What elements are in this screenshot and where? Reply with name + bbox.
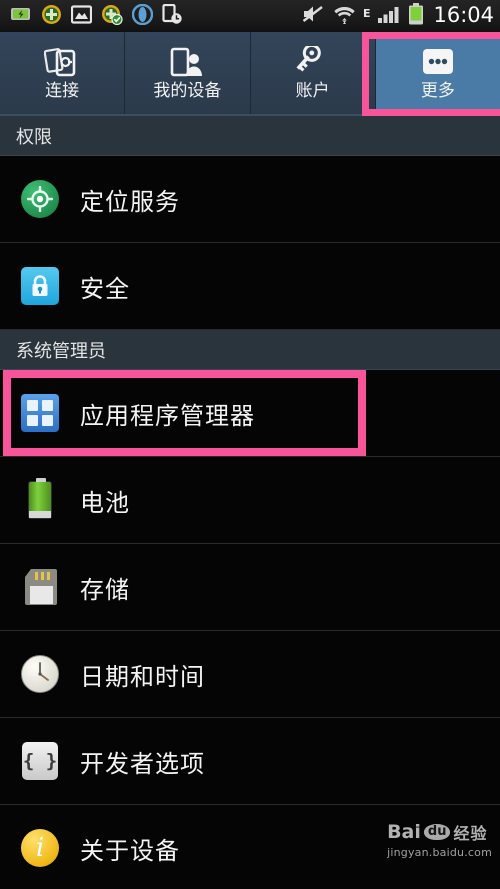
opera-browser-icon — [131, 3, 154, 29]
list-item-label: 开发者选项 — [80, 749, 205, 778]
list-item-label: 关于设备 — [80, 836, 180, 865]
list-item-storage[interactable]: 存储 — [0, 544, 500, 631]
section-header-label: 系统管理员 — [16, 340, 106, 362]
apps-grid-icon — [20, 393, 60, 433]
tab-bar: 连接 我的设备 账户 更多 — [0, 32, 500, 116]
tab-accounts-label: 账户 — [295, 80, 330, 101]
accounts-icon — [295, 45, 331, 80]
section-header-permissions: 权限 — [0, 116, 500, 156]
section-header-label: 权限 — [16, 126, 52, 148]
status-bar-notification-icons — [10, 3, 183, 29]
list-item-label: 存储 — [80, 575, 130, 604]
connections-icon — [44, 46, 80, 80]
android-settings-screen: E 16:04 连接 我的设备 账户 更多 权限 定位服务 安全 系统管理员 应… — [0, 0, 500, 889]
gallery-image-icon — [70, 4, 93, 28]
list-item-developer-options[interactable]: { } 开发者选项 — [0, 718, 500, 805]
tab-my-device-label: 我的设备 — [153, 80, 222, 101]
app-installed-check-icon — [101, 4, 123, 29]
section-header-system-admin: 系统管理员 — [0, 330, 500, 370]
list-item-label: 安全 — [80, 274, 130, 303]
tab-accounts[interactable]: 账户 — [250, 32, 376, 114]
list-item-security[interactable]: 安全 — [0, 243, 500, 330]
status-bar: E 16:04 — [0, 0, 500, 32]
my-device-icon — [168, 46, 206, 80]
status-bar-clock: 16:04 — [433, 3, 494, 27]
list-item-location-services[interactable]: 定位服务 — [0, 156, 500, 243]
list-item-application-manager[interactable]: 应用程序管理器 — [0, 370, 500, 457]
settings-list: 权限 定位服务 安全 系统管理员 应用程序管理器 电池 存储 日期和时间 {}… — [0, 116, 500, 889]
battery-saver-icon — [10, 5, 32, 27]
tab-more[interactable]: 更多 — [375, 32, 500, 114]
device-history-icon — [162, 3, 183, 29]
sd-card-icon — [20, 567, 60, 607]
lock-icon — [20, 266, 60, 306]
battery-icon — [408, 3, 424, 29]
list-item-date-and-time[interactable]: 日期和时间 — [0, 631, 500, 718]
edge-network-icon: E — [362, 7, 371, 20]
signal-bars-icon — [377, 4, 401, 28]
wifi-icon — [333, 4, 356, 28]
location-icon — [20, 179, 60, 219]
clock-icon — [20, 654, 60, 694]
tab-connections-label: 连接 — [45, 80, 80, 101]
info-icon: i — [20, 828, 60, 868]
list-item-label: 日期和时间 — [80, 662, 205, 691]
status-bar-system-icons: E 16:04 — [302, 3, 494, 29]
tab-more-label: 更多 — [420, 80, 455, 101]
braces-icon: { } — [20, 741, 60, 781]
list-item-battery[interactable]: 电池 — [0, 457, 500, 544]
tab-connections[interactable]: 连接 — [0, 32, 126, 114]
app-update-icon — [41, 4, 62, 29]
mute-icon — [302, 4, 326, 28]
list-item-label: 电池 — [80, 488, 130, 517]
more-dots-icon — [419, 46, 457, 80]
list-item-label: 应用程序管理器 — [80, 401, 255, 430]
list-item-label: 定位服务 — [80, 187, 180, 216]
tab-my-device[interactable]: 我的设备 — [125, 32, 251, 114]
battery-icon — [20, 478, 60, 520]
list-item-about-device[interactable]: i 关于设备 — [0, 805, 500, 889]
